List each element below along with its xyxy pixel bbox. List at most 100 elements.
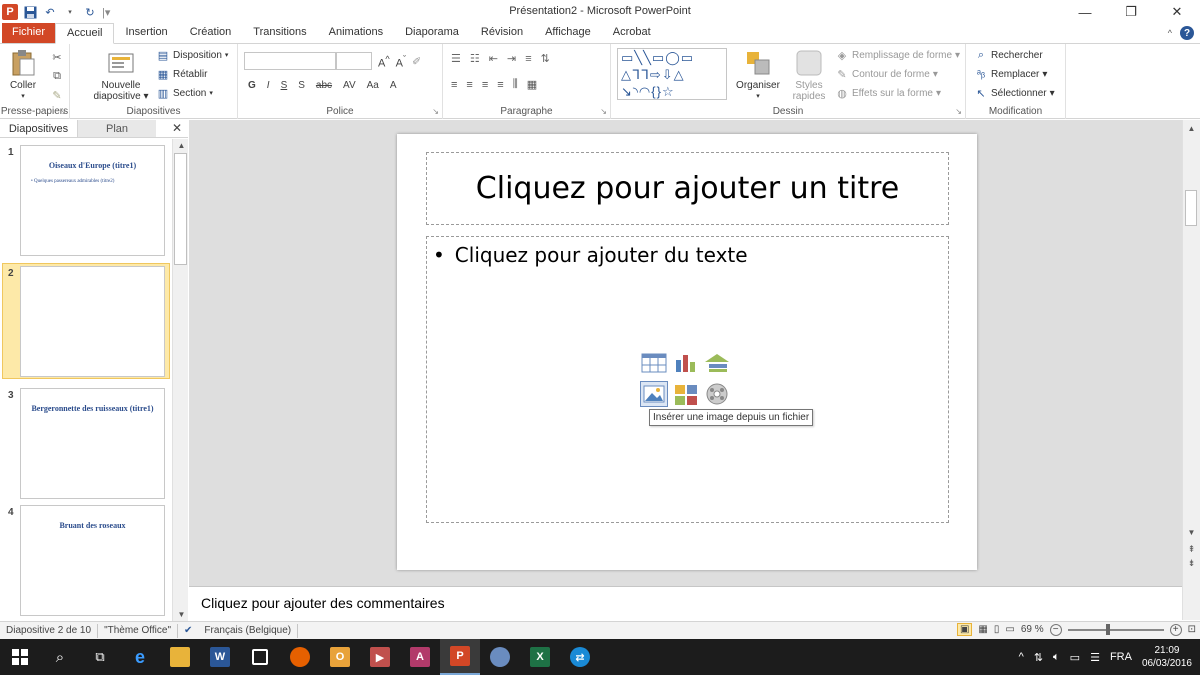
paragraph-launcher-icon[interactable]: ↘: [600, 107, 607, 116]
zoom-slider-knob[interactable]: [1106, 623, 1111, 635]
start-button[interactable]: [0, 639, 40, 675]
access-button[interactable]: A: [400, 639, 440, 675]
decrease-indent-icon[interactable]: ⇤: [489, 52, 498, 65]
shapes-gallery[interactable]: ▭╲╲▭◯▭ △ᒣᒣ⇨⇩△ ↘◝◠{}☆: [617, 48, 727, 100]
powerpoint-taskbar-button[interactable]: P: [440, 639, 480, 675]
thumbnail-slide-2[interactable]: [20, 266, 165, 377]
volume-icon[interactable]: 🔈︎: [1053, 651, 1060, 664]
strikethrough-icon[interactable]: abc: [316, 80, 332, 91]
font-color-icon[interactable]: A: [390, 80, 397, 91]
notification-icon[interactable]: ☰: [1090, 651, 1100, 664]
format-painter-button[interactable]: ✎: [50, 86, 64, 104]
redo-icon[interactable]: ↻: [82, 4, 98, 20]
insert-smartart-icon[interactable]: [703, 352, 731, 374]
styles-rapides-button[interactable]: Styles rapides: [785, 48, 833, 102]
coller-button[interactable]: Coller ▾: [6, 48, 40, 102]
editor-scroll-up-icon[interactable]: ▲: [1183, 124, 1200, 133]
rechercher-button[interactable]: ⌕ Rechercher: [974, 46, 1043, 64]
paint-button[interactable]: [480, 639, 520, 675]
clear-formatting-icon[interactable]: ✐: [412, 55, 421, 68]
cut-button[interactable]: ✂: [50, 48, 64, 66]
tab-accueil[interactable]: Accueil: [55, 23, 115, 44]
battery-icon[interactable]: ▭: [1070, 651, 1080, 664]
task-view-button[interactable]: ⧉: [80, 639, 120, 675]
excel-button[interactable]: X: [520, 639, 560, 675]
restore-button[interactable]: ❐: [1108, 0, 1154, 24]
search-button[interactable]: ⌕: [40, 639, 80, 675]
insert-clipart-icon[interactable]: [673, 382, 699, 406]
section-button[interactable]: ▥ Section ▾: [156, 84, 213, 102]
thumbnail-slide-3[interactable]: Bergeronnette des ruisseaux (titre1): [20, 388, 165, 499]
reading-view-icon[interactable]: ▯: [994, 624, 1000, 635]
italic-icon[interactable]: I: [267, 80, 270, 91]
disposition-button[interactable]: ▤ Disposition ▾: [156, 46, 229, 64]
tab-affichage[interactable]: Affichage: [534, 23, 602, 43]
char-spacing-icon[interactable]: AV: [343, 80, 356, 91]
tab-creation[interactable]: Création: [179, 23, 243, 43]
tab-plan[interactable]: Plan: [78, 120, 156, 137]
clock[interactable]: 21:09 06/03/2016: [1142, 644, 1192, 670]
tab-diapositives[interactable]: Diapositives: [0, 120, 78, 137]
language-tray[interactable]: FRA: [1110, 651, 1132, 663]
teamviewer-button[interactable]: ⇄: [560, 639, 600, 675]
font-launcher-icon[interactable]: ↘: [432, 107, 439, 116]
minimize-button[interactable]: —: [1062, 0, 1108, 24]
tray-expand-icon[interactable]: ^: [1019, 651, 1024, 663]
help-icon[interactable]: ?: [1180, 26, 1194, 40]
effets-button[interactable]: ◍ Effets sur la forme ▾: [835, 84, 941, 102]
qat-customize-icon[interactable]: |▾: [102, 6, 110, 19]
align-right-icon[interactable]: ≡: [482, 79, 488, 91]
insert-media-icon[interactable]: [703, 382, 731, 406]
copy-button[interactable]: ⧉: [50, 67, 64, 85]
thumbnail-slide-1[interactable]: Oiseaux d'Europe (titre1) • Quelques pas…: [20, 145, 165, 256]
font-size-field[interactable]: [336, 52, 372, 70]
store-button[interactable]: [240, 639, 280, 675]
drawing-launcher-icon[interactable]: ↘: [955, 107, 962, 116]
smartart-convert-icon[interactable]: ▦: [527, 78, 537, 91]
tab-diaporama[interactable]: Diaporama: [394, 23, 470, 43]
pane-close-icon[interactable]: ✕: [172, 121, 182, 135]
notes-pane[interactable]: Cliquez pour ajouter des commentaires: [189, 586, 1182, 620]
network-icon[interactable]: ⇅: [1034, 651, 1043, 664]
line-spacing-icon[interactable]: ≡: [525, 53, 531, 65]
slide-sorter-icon[interactable]: ▦: [978, 624, 987, 635]
columns-icon[interactable]: ⫼: [513, 78, 518, 91]
justify-icon[interactable]: ≡: [497, 79, 503, 91]
insert-picture-icon[interactable]: [640, 381, 668, 407]
edge-button[interactable]: e: [120, 639, 160, 675]
font-name-field[interactable]: [244, 52, 336, 70]
zoom-out-icon[interactable]: −: [1049, 623, 1062, 636]
scroll-down-icon[interactable]: ▼: [173, 610, 190, 619]
outlook-button[interactable]: O: [320, 639, 360, 675]
shadow-icon[interactable]: S: [298, 80, 305, 91]
previous-slide-icon[interactable]: ⇞: [1183, 544, 1200, 555]
title-placeholder[interactable]: Cliquez pour ajouter un titre: [426, 152, 949, 225]
tab-revision[interactable]: Révision: [470, 23, 534, 43]
editor-scrollbar[interactable]: ▲ ▼ ⇞ ⇟: [1182, 120, 1200, 620]
close-button[interactable]: ✕: [1154, 0, 1200, 24]
scroll-up-icon[interactable]: ▲: [173, 141, 190, 150]
undo-icon[interactable]: ↶: [42, 4, 58, 20]
thumbnail-slide-4[interactable]: Bruant des roseaux: [20, 505, 165, 616]
organiser-button[interactable]: Organiser ▾: [733, 48, 783, 102]
text-direction-icon[interactable]: ⇅: [541, 52, 550, 65]
powerpoint-app-icon[interactable]: P: [2, 4, 18, 20]
fit-to-window-icon[interactable]: ⊡: [1188, 624, 1196, 635]
contour-button[interactable]: ✎ Contour de forme ▾: [835, 65, 937, 83]
tab-fichier[interactable]: Fichier: [2, 23, 56, 43]
selectionner-button[interactable]: ↖ Sélectionner ▾: [974, 84, 1054, 102]
numbering-icon[interactable]: ☷: [470, 52, 480, 65]
undo-dropdown-icon[interactable]: ▾: [62, 4, 78, 20]
word-button[interactable]: W: [200, 639, 240, 675]
firefox-button[interactable]: [280, 639, 320, 675]
zoom-slider[interactable]: [1067, 623, 1164, 635]
spellcheck-icon[interactable]: ✔: [178, 624, 198, 638]
thumbnails-scroll-thumb[interactable]: [174, 153, 187, 265]
editor-scroll-thumb[interactable]: [1185, 190, 1197, 226]
grow-font-icon[interactable]: A^: [378, 54, 390, 70]
media-player-button[interactable]: ▶: [360, 639, 400, 675]
change-case-icon[interactable]: Aa: [367, 80, 379, 91]
clipboard-launcher-icon[interactable]: ↘: [59, 107, 66, 116]
explorer-button[interactable]: [160, 639, 200, 675]
editor-scroll-down-icon[interactable]: ▼: [1183, 528, 1200, 537]
